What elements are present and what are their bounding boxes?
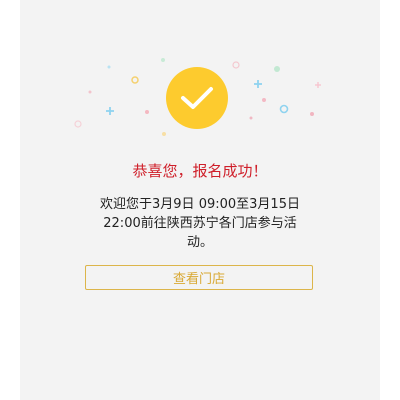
success-title: 恭喜您，报名成功！ [132,162,268,180]
success-check-badge [166,67,228,129]
confetti-dot [107,65,111,69]
confetti-ring [232,61,240,69]
confetti-ring [74,120,82,128]
confetti-dot [161,58,165,62]
view-store-button[interactable]: 查看门店 [85,265,313,290]
confetti-plus [254,80,262,88]
confetti-plus [106,107,114,115]
checkmark-icon [181,87,213,109]
success-message: 欢迎您于3月9日 09:00至3月15日 22:00前往陕西苏宁各门店参与活动。 [100,197,300,250]
confetti-dot [88,90,92,94]
confetti-ring [131,76,139,84]
confetti-dot [262,98,266,102]
confetti-plus [315,82,321,88]
confetti-dot [274,66,280,72]
confetti-ring [279,104,289,114]
confetti-dot [162,132,166,136]
confetti-dot [145,110,149,114]
confetti-dot [310,112,314,116]
confetti-dot [249,116,253,120]
success-screen: 恭喜您，报名成功！ 欢迎您于3月9日 09:00至3月15日 22:00前往陕西… [20,0,380,400]
